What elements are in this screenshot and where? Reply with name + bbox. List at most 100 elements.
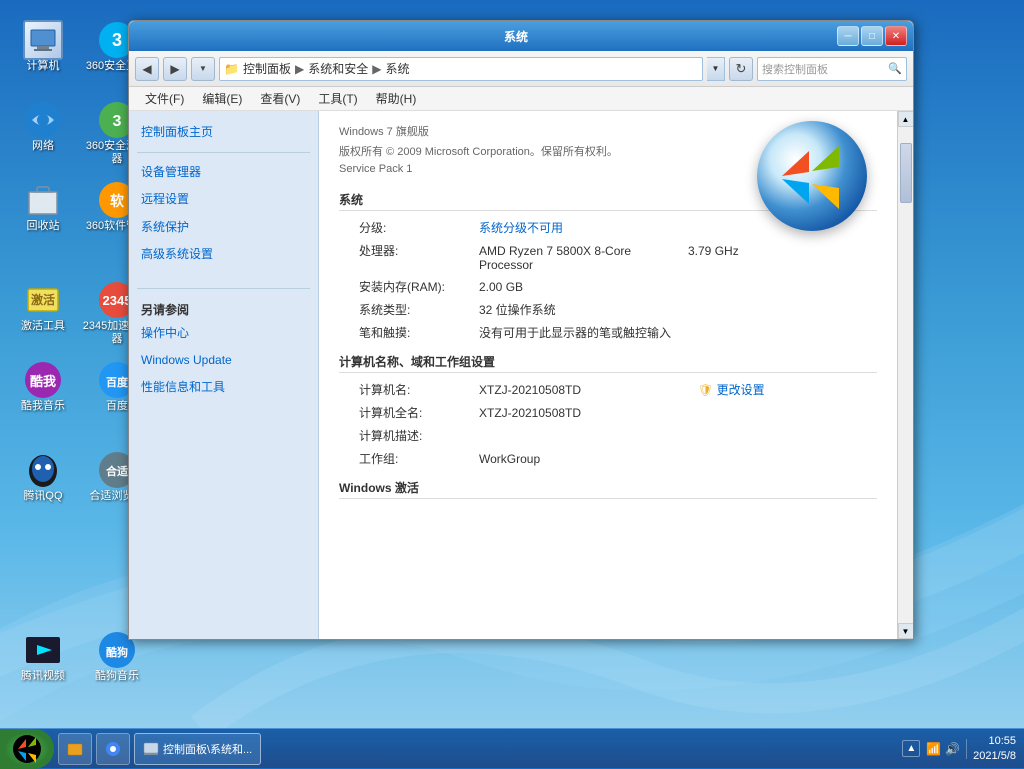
nav-dropdown-button[interactable]: ▼ [191,57,215,81]
desktop-icon-recycle[interactable]: 回收站 [8,180,78,233]
recycle-icon [23,180,63,220]
scrollbar-up-arrow[interactable]: ▲ [898,111,914,127]
pen-value: 没有可用于此显示器的笔或触控输入 [479,324,877,341]
pen-label: 笔和触摸: [339,324,479,341]
desktop-icon-label: 腾讯视频 [21,670,65,683]
address-sep-1: ▶ [295,62,304,76]
taskbar-chrome-btn[interactable] [96,733,130,765]
minimize-button[interactable]: ─ [837,26,859,46]
computer-name-label: 计算机名: [339,381,479,398]
rating-label: 分级: [339,219,479,236]
ram-row: 安装内存(RAM): 2.00 GB [339,278,877,295]
tray-icons: 📶 🔊 [926,742,960,756]
forward-button[interactable]: ▶ [163,57,187,81]
desktop-icon-label: 酷我音乐 [21,400,65,413]
type-label: 系统类型: [339,301,479,318]
scrollbar-down-arrow[interactable]: ▼ [898,623,914,639]
address-part-1[interactable]: 控制面板 [243,60,291,77]
processor-value: AMD Ryzen 7 5800X 8-Core Processor [479,244,668,272]
menu-help[interactable]: 帮助(H) [368,88,425,109]
sidebar-link-windows-update[interactable]: Windows Update [129,347,318,374]
back-button[interactable]: ◀ [135,57,159,81]
taskbar-controlpanel-label: 控制面板\系统和... [163,741,252,757]
desktop-icon-label: 百度 [106,400,128,413]
main-content: Windows 7 旗舰版 版权所有 © 2009 Microsoft Corp… [319,111,897,639]
desktop-icon-label: 回收站 [27,220,60,233]
sidebar-link-protection[interactable]: 系统保护 [129,214,318,241]
menu-view[interactable]: 查看(V) [252,88,308,109]
windows-start-logo [12,734,42,764]
window-title: 系统 [195,28,837,45]
computer-full-label: 计算机全名: [339,404,479,421]
refresh-button[interactable]: ↻ [729,57,753,81]
menu-bar: 文件(F) 编辑(E) 查看(V) 工具(T) 帮助(H) [129,87,913,111]
computer-name-row: 计算机名: XTZJ-20210508TD 🛡 更改设置 [339,381,877,398]
sidebar-divider-1 [137,152,310,153]
desktop-icon-label: 网络 [32,140,54,153]
sidebar-link-performance[interactable]: 性能信息和工具 [129,374,318,401]
scrollbar-thumb[interactable] [900,143,912,203]
menu-tools[interactable]: 工具(T) [310,88,365,109]
maximize-button[interactable]: □ [861,26,883,46]
taskbar-explorer-btn[interactable] [58,733,92,765]
address-bar[interactable]: 📁 控制面板 ▶ 系统和安全 ▶ 系统 [219,57,703,81]
change-settings-link[interactable]: 🛡 更改设置 [698,381,877,398]
computer-desc-label: 计算机描述: [339,427,479,444]
address-dropdown[interactable]: ▼ [707,57,725,81]
workgroup-label: 工作组: [339,450,479,467]
svg-text:软: 软 [110,193,125,209]
desktop-icon-tencent-video[interactable]: 腾讯视频 [8,630,78,683]
activation-section: Windows 激活 [339,479,877,499]
address-part-2[interactable]: 系统和安全 [308,60,368,77]
network-tray-icon: 📶 [926,742,941,756]
control-panel-window: 系统 ─ □ ✕ ◀ ▶ ▼ 📁 控制面板 ▶ 系统和安全 ▶ 系统 ▼ ↻ 搜… [128,20,914,640]
sidebar-main-link[interactable]: 控制面板主页 [129,119,318,146]
workgroup-value: WorkGroup [479,452,877,466]
taskbar-tray: ▲ 📶 🔊 10:55 2021/5/8 [902,734,1024,763]
desktop-icon-label: 腾讯QQ [23,490,62,503]
svg-text:酷我: 酷我 [30,374,56,389]
network-icon [23,100,63,140]
computer-full-row: 计算机全名: XTZJ-20210508TD [339,404,877,421]
menu-edit[interactable]: 编辑(E) [194,88,250,109]
workgroup-row: 工作组: WorkGroup [339,450,877,467]
type-value: 32 位操作系统 [479,301,877,318]
desktop-icon-computer[interactable]: 计算机 [8,20,78,73]
sidebar-link-device[interactable]: 设备管理器 [129,159,318,186]
taskbar-date: 2021/5/8 [973,749,1016,763]
sidebar-link-advanced[interactable]: 高级系统设置 [129,241,318,268]
menu-file[interactable]: 文件(F) [137,88,192,109]
start-button[interactable] [0,729,54,769]
ram-value: 2.00 GB [479,280,877,294]
address-part-3[interactable]: 系统 [385,60,409,77]
volume-tray-icon: 🔊 [945,742,960,756]
taskbar: 控制面板\系统和... ▲ 📶 🔊 10:55 2021/5/8 [0,728,1024,768]
tray-arrow[interactable]: ▲ [902,740,920,757]
ram-label: 安装内存(RAM): [339,278,479,295]
address-breadcrumb: 控制面板 ▶ 系统和安全 ▶ 系统 [243,60,410,77]
title-bar-controls: ─ □ ✕ [837,26,907,46]
search-placeholder: 搜索控制面板 [762,61,828,77]
desktop-icon-network[interactable]: 网络 [8,100,78,153]
computer-section-title: 计算机名称、域和工作组设置 [339,353,877,373]
title-bar: 系统 ─ □ ✕ [129,21,913,51]
close-button[interactable]: ✕ [885,26,907,46]
processor-label: 处理器: [339,242,479,259]
svg-text:激活: 激活 [31,292,55,307]
desktop-icon-kugou[interactable]: 酷我 酷我音乐 [8,360,78,413]
scrollbar[interactable]: ▲ ▼ [897,111,913,639]
taskbar-controlpanel-btn[interactable]: 控制面板\系统和... [134,733,261,765]
desktop-icon-qq[interactable]: 腾讯QQ [8,450,78,503]
processor-row: 处理器: AMD Ryzen 7 5800X 8-Core Processor … [339,242,877,272]
taskbar-clock[interactable]: 10:55 2021/5/8 [973,734,1016,763]
computer-full-value: XTZJ-20210508TD [479,406,877,420]
qq-icon [23,450,63,490]
sidebar-link-action[interactable]: 操作中心 [129,320,318,347]
processor-speed: 3.79 GHz [688,244,877,258]
svg-text:酷狗: 酷狗 [106,645,128,659]
activate-icon: 激活 [23,280,63,320]
desktop-icon-activate[interactable]: 激活 激活工具 [8,280,78,333]
sidebar-link-remote[interactable]: 远程设置 [129,186,318,213]
computer-name-section: 计算机名称、域和工作组设置 计算机名: XTZJ-20210508TD 🛡 更改… [339,353,877,467]
search-box[interactable]: 搜索控制面板 🔍 [757,57,907,81]
